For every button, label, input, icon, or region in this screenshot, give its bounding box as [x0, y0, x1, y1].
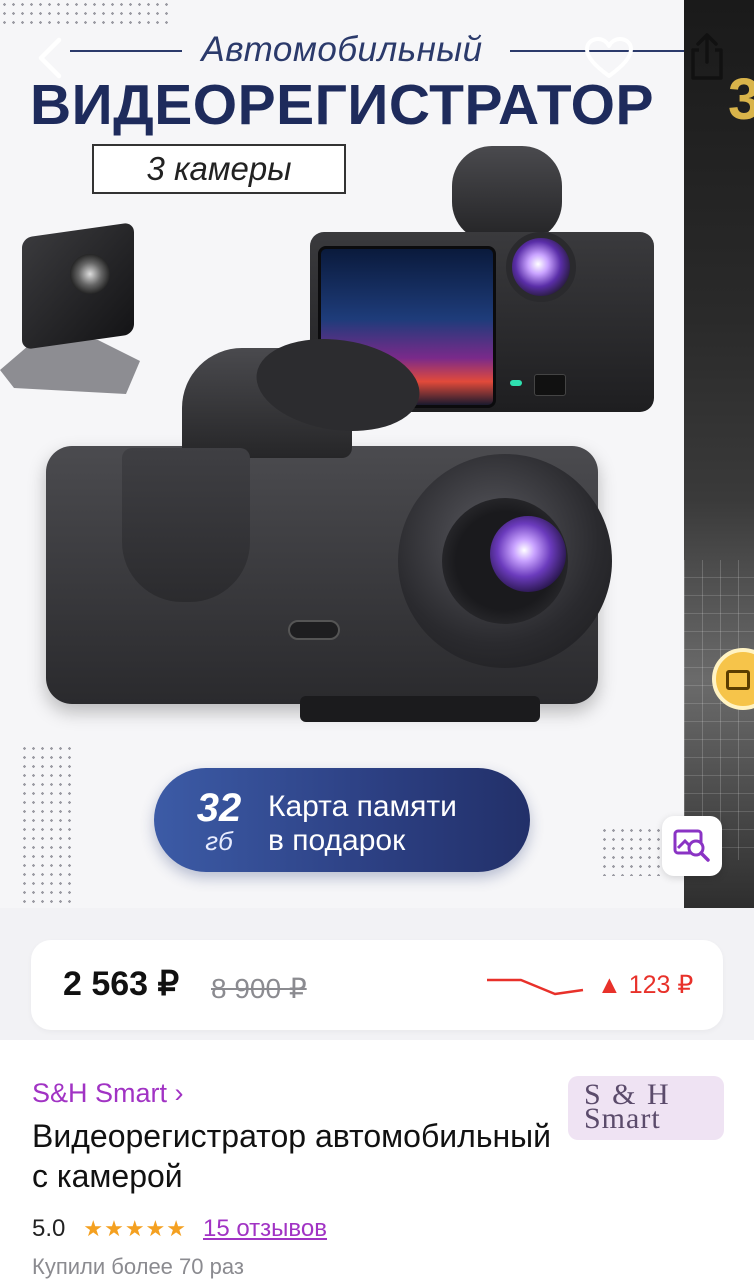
front-lens-glass	[490, 516, 566, 592]
gift-text: Карта памяти в подарок	[268, 790, 518, 858]
old-price: 8 900 ₽	[211, 973, 307, 1004]
image-search-icon	[673, 829, 710, 862]
dashcam-button	[534, 374, 566, 396]
status-led	[510, 380, 522, 386]
decor-dots	[0, 0, 170, 30]
rating-value: 5.0	[32, 1215, 66, 1242]
back-button[interactable]	[22, 30, 78, 86]
favorite-button[interactable]	[580, 30, 638, 86]
cabin-camera-lens	[506, 232, 576, 302]
price-history-graph	[487, 978, 584, 996]
price-card[interactable]: 2 563 ₽ 8 900 ₽ ▲ 123 ₽	[31, 940, 723, 1030]
current-price: 2 563 ₽	[63, 965, 180, 1003]
purchase-count: Купили более 70 раз	[32, 1254, 244, 1279]
price-change: ▲ 123 ₽	[597, 971, 694, 999]
decor-grid	[684, 560, 754, 860]
gift-number: 32	[196, 786, 242, 830]
dashcam-hump	[122, 448, 250, 602]
promo-badge: 3 камеры	[92, 144, 346, 194]
gallery-slide-current[interactable]: Автомобильный ВИДЕОРЕГИСТРАТОР 3 камеры …	[0, 0, 684, 908]
gift-text-line1: Карта памяти	[268, 790, 457, 823]
brand-link[interactable]: S&H Smart ›	[32, 1078, 184, 1109]
decor-dots	[20, 744, 75, 904]
gift-text-line2: в подарок	[268, 824, 406, 857]
dashcam-base	[300, 696, 540, 722]
reviews-link[interactable]: 15 отзывов	[203, 1215, 327, 1243]
image-search-button[interactable]	[662, 816, 722, 876]
decor-dots	[600, 826, 666, 876]
gift-unit: гб	[205, 826, 233, 856]
rating-row: 5.0 ★★★★★ 15 отзывов	[32, 1214, 327, 1244]
brand-logo-line2: Smart	[584, 1102, 661, 1135]
product-title: Видеорегистратор автомобильный с камерой	[32, 1118, 552, 1194]
brand-logo[interactable]: S & H Smart	[568, 1076, 724, 1140]
chevron-left-icon	[38, 37, 62, 79]
heart-icon	[585, 37, 633, 78]
rear-camera-lens	[70, 254, 110, 294]
share-button[interactable]	[680, 28, 734, 86]
dashcam-slot	[288, 620, 340, 640]
gallery-slide-next[interactable]: 3	[684, 0, 754, 908]
product-gallery[interactable]: Автомобильный ВИДЕОРЕГИСТРАТОР 3 камеры …	[0, 0, 754, 908]
rating-stars: ★★★★★	[83, 1216, 187, 1242]
cabin-camera	[452, 146, 562, 242]
share-icon	[691, 33, 723, 80]
